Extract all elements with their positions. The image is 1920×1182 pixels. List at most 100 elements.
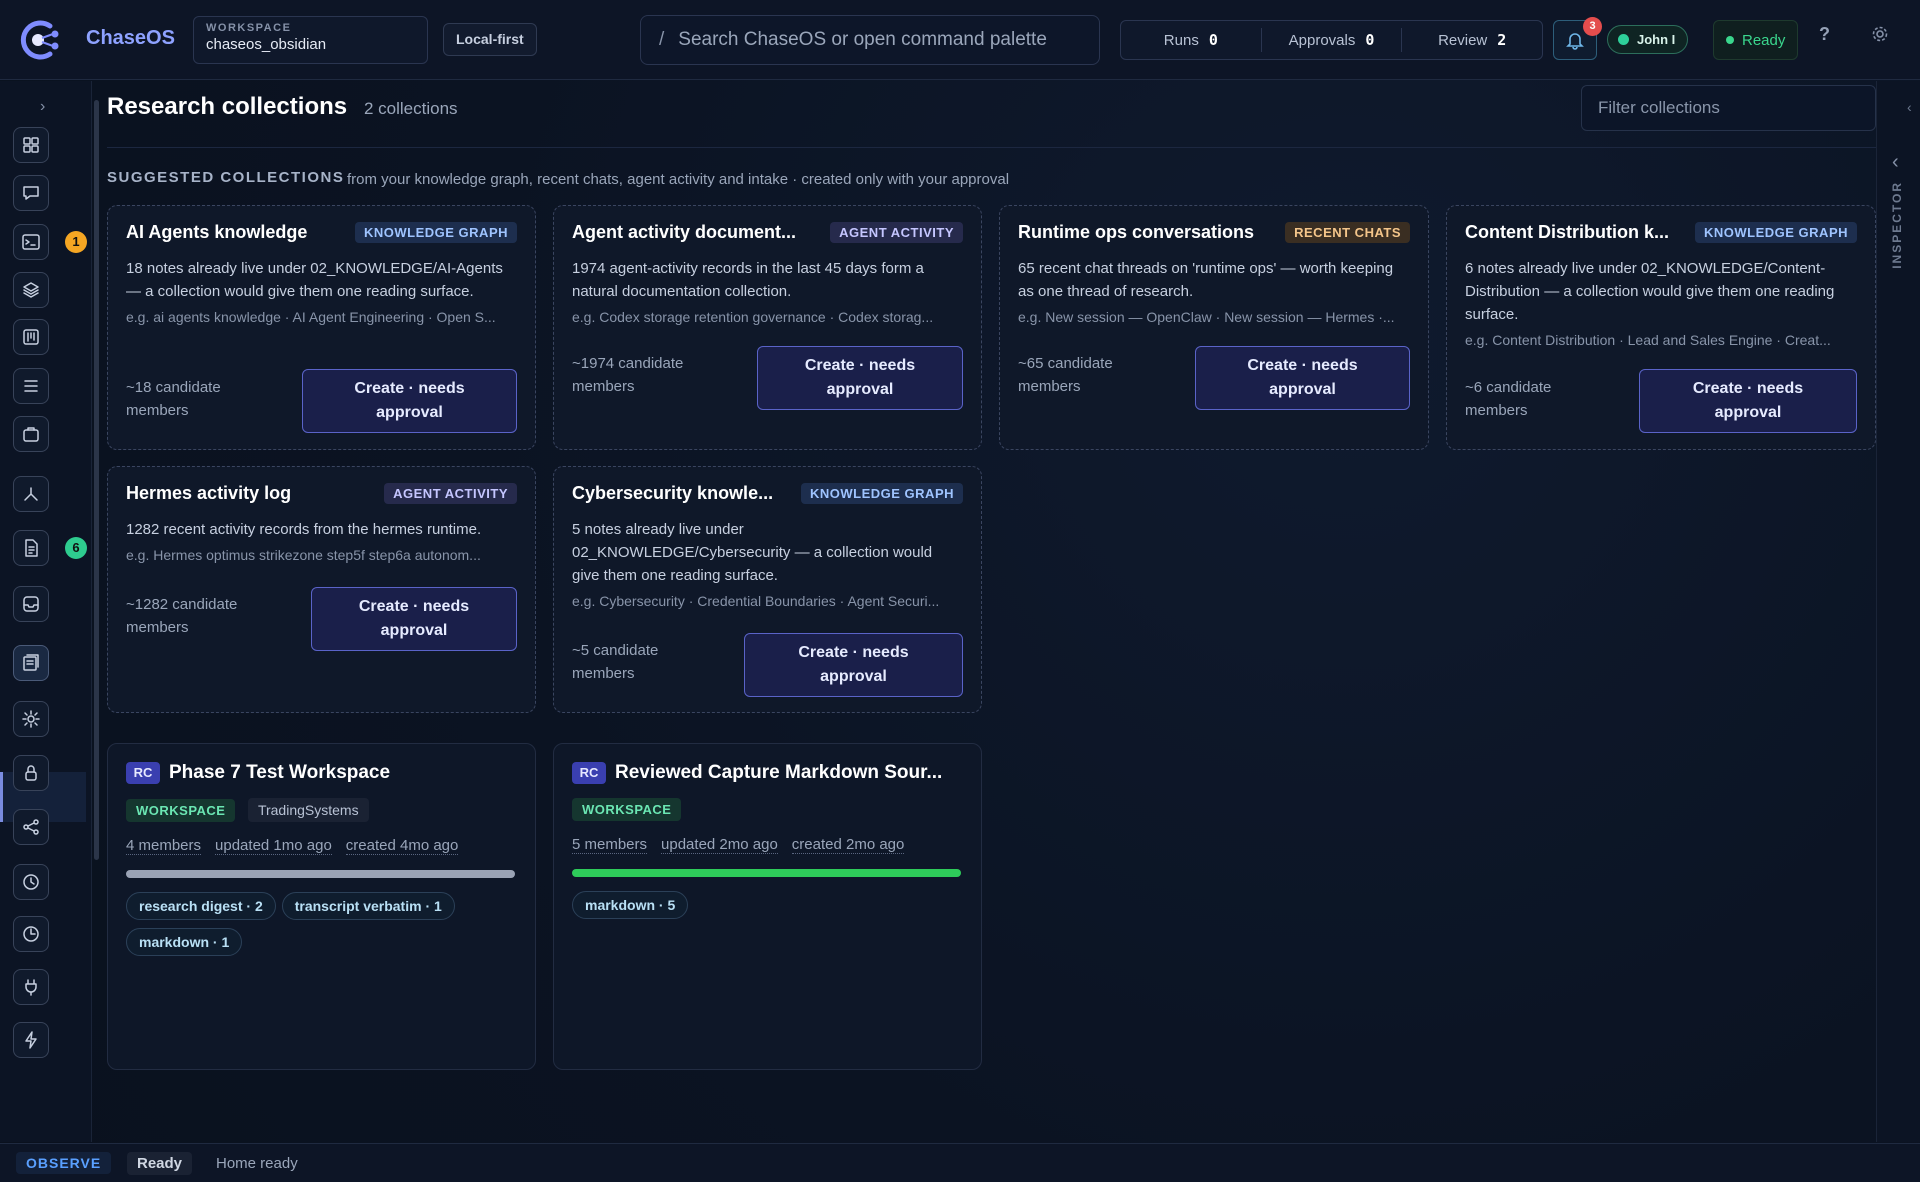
review-counter[interactable]: Review 2 [1402,28,1542,52]
bag-icon [23,427,39,442]
clock-icon [23,926,39,942]
chaseos-logo-icon[interactable] [16,16,64,64]
collection-card[interactable]: RC Phase 7 Test Workspace WORKSPACE Tradi… [107,743,536,1070]
suggestion-description: 65 recent chat threads on 'runtime ops' … [1018,260,1394,300]
mode-badge[interactable]: OBSERVE [16,1152,112,1174]
notifications-button[interactable]: 3 [1553,17,1602,60]
content-type-pill[interactable]: research digest · 2 [126,892,276,920]
suggestion-examples: e.g. Cybersecurity · Credential Boundari… [572,593,940,609]
settings-gear-icon[interactable] [1871,25,1889,43]
sidebar-item-dashboard[interactable] [13,127,49,163]
inspector-label: INSPECTOR [1890,181,1904,269]
updated-time: updated 2mo ago [661,836,778,854]
content-type-pills: research digest · 2 transcript verbatim ·… [126,892,517,964]
sidebar-item-bag[interactable] [13,416,49,452]
sidebar-item-terminal[interactable] [13,224,49,260]
created-time: created 4mo ago [345,837,459,855]
collection-progress-bar [126,870,515,878]
suggestion-description: 6 notes already live under 02_KNOWLEDGE/… [1465,260,1835,323]
sidebar-item-settings[interactable] [13,701,49,737]
sidebar-item-chat[interactable] [13,175,49,211]
document-icon [25,539,38,557]
run-counters: Runs 0 Approvals 0 Review 2 [1120,20,1543,60]
approvals-counter[interactable]: Approvals 0 [1262,28,1403,52]
collection-title[interactable]: Phase 7 Test Workspace [169,762,390,784]
suggested-subtitle: from your knowledge graph, recent chats,… [347,171,1010,188]
sidebar-item-list[interactable] [13,368,49,404]
create-collection-button[interactable]: Create · needs approval [744,633,963,697]
sidebar-item-automation[interactable] [13,1022,49,1058]
suggestion-examples: e.g. Codex storage retention governance … [572,309,934,325]
create-collection-button[interactable]: Create · needs approval [302,369,517,433]
inspector-collapse-button[interactable]: ‹ [1892,151,1899,174]
category-tag: TradingSystems [247,798,369,822]
sidebar-item-inbox[interactable] [13,586,49,622]
workspace-value: chaseos_obsidian [206,36,327,53]
inspector-top-chevron[interactable]: ‹ [1907,99,1912,115]
candidate-count: ~6 candidate members [1465,379,1552,419]
suggestion-card: Agent activity document... AGENT ACTIVIT… [553,205,982,450]
source-badge: AGENT ACTIVITY [384,483,517,504]
sidebar-badge-documents: 6 [65,537,87,559]
content-type-pill[interactable]: markdown · 5 [572,891,689,919]
sidebar-rail: › 1 6 [0,81,92,1142]
workspace-tag: WORKSPACE [126,799,236,822]
collection-header: RC Phase 7 Test Workspace [126,762,517,784]
create-collection-button[interactable]: Create · needs approval [311,587,517,651]
workspace-tag: WORKSPACE [572,798,682,821]
sidebar-item-history[interactable] [13,864,49,900]
suggestion-card: AI Agents knowledge KNOWLEDGE GRAPH 18 n… [107,205,536,450]
collection-count: 2 collections [364,99,458,118]
sidebar-item-layers[interactable] [13,272,49,308]
command-search[interactable]: / Search ChaseOS or open command palette [640,15,1100,65]
brand-name[interactable]: ChaseOS [86,27,175,50]
workspace-label: WORKSPACE [206,22,292,34]
grid-icon [23,137,39,153]
collection-title[interactable]: Reviewed Capture Markdown Sour... [615,762,942,784]
create-collection-button[interactable]: Create · needs approval [757,346,963,410]
collection-header: RC Reviewed Capture Markdown Sour... [572,762,963,784]
suggestion-description: 1974 agent-activity records in the last … [572,260,924,300]
gear-icon [22,710,40,728]
help-button[interactable]: ? [1819,24,1830,45]
state-badge: Ready [127,1152,193,1175]
suggestion-card: Runtime ops conversations RECENT CHATS 6… [999,205,1429,450]
collection-card[interactable]: RC Reviewed Capture Markdown Sour... WORK… [553,743,982,1070]
search-placeholder: Search ChaseOS or open command palette [678,29,1047,50]
share-icon [23,819,39,835]
workspace-selector[interactable]: WORKSPACE chaseos_obsidian [193,16,428,64]
sidebar-item-documents[interactable] [13,530,49,566]
slash-shortcut: / [659,29,665,50]
runs-counter[interactable]: Runs 0 [1121,28,1262,52]
sidebar-expand-toggle[interactable]: › [40,98,45,116]
history-icon [23,874,39,890]
candidate-count: ~1282 candidate members [126,596,238,636]
layers-icon [23,282,39,298]
create-collection-button[interactable]: Create · needs approval [1195,346,1410,410]
filter-collections-input[interactable]: Filter collections [1581,85,1876,131]
runs-value: 0 [1208,31,1218,49]
member-count: 5 members [572,836,648,854]
bell-icon [1566,33,1584,50]
suggestion-title: AI Agents knowledge [126,222,308,242]
content-type-pill[interactable]: transcript verbatim · 1 [281,892,455,920]
suggestion-card: Hermes activity log AGENT ACTIVITY 1282 … [107,466,536,713]
suggestion-card: Content Distribution k... KNOWLEDGE GRAP… [1446,205,1876,450]
sidebar-item-clock[interactable] [13,916,49,952]
review-value: 2 [1497,31,1507,49]
sidebar-item-graph[interactable] [13,476,49,512]
member-count: 4 members [126,837,202,855]
system-status[interactable]: Ready [1713,20,1799,60]
sidebar-item-board[interactable] [13,319,49,355]
sidebar-item-plugins[interactable] [13,969,49,1005]
create-collection-button[interactable]: Create · needs approval [1639,369,1857,433]
sidebar-item-collections[interactable] [13,645,49,681]
suggestion-card: Cybersecurity knowle... KNOWLEDGE GRAPH … [553,466,982,713]
user-chip[interactable]: John I [1607,25,1689,54]
sidebar-item-share[interactable] [13,809,49,845]
sidebar-item-security[interactable] [13,755,49,791]
notification-count-badge: 3 [1583,17,1602,36]
content-type-pill[interactable]: markdown · 1 [126,928,243,956]
lock-icon [25,765,37,781]
suggestion-description: 5 notes already live under 02_KNOWLEDGE/… [572,521,933,584]
